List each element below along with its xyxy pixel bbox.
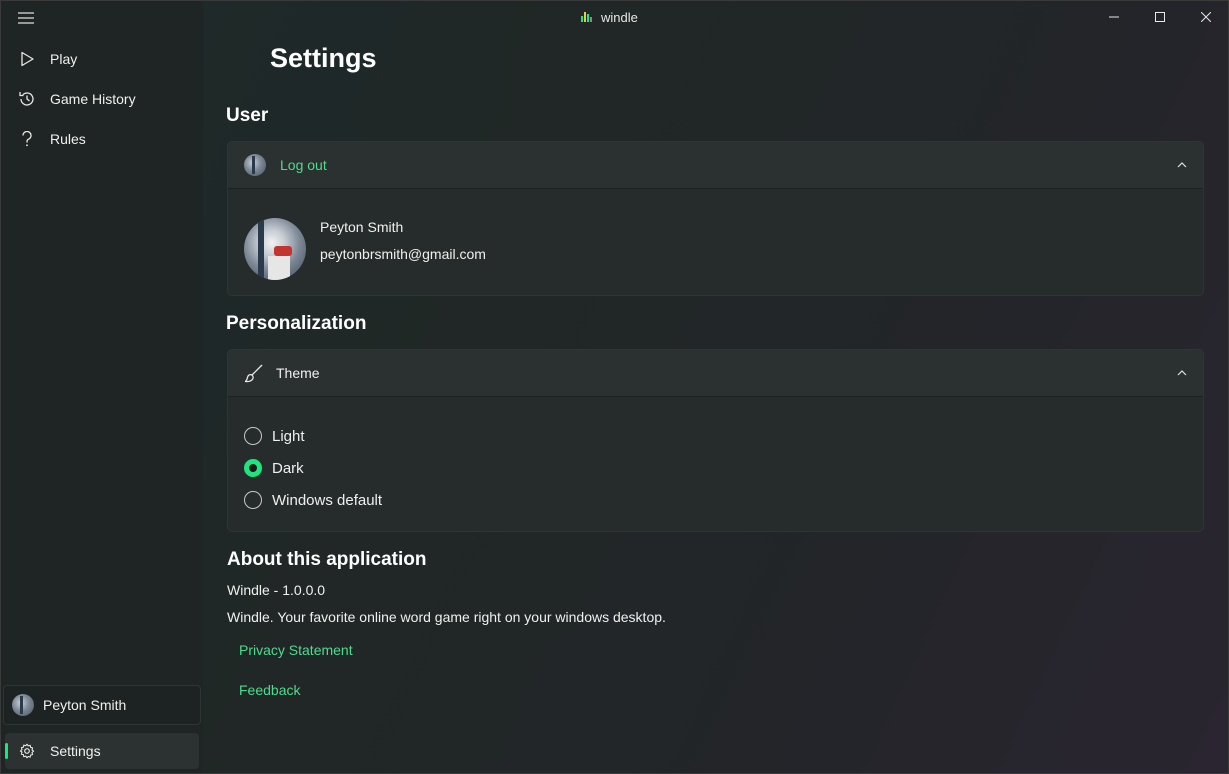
section-title-personalization: Personalization [226, 313, 367, 334]
sidebar-item-label: Game History [50, 91, 136, 107]
user-name: Peyton Smith [320, 219, 404, 235]
gear-icon [17, 741, 37, 761]
history-icon [17, 89, 37, 109]
app-logo-icon [581, 10, 593, 25]
privacy-statement-link[interactable]: Privacy Statement [239, 642, 353, 658]
user-card-header[interactable]: Log out [228, 142, 1203, 189]
minimize-button[interactable] [1091, 1, 1137, 35]
sidebar-item-label: Settings [50, 743, 101, 759]
app-window: Play Game History Rules Peyton Smith Set… [0, 0, 1229, 774]
close-button[interactable] [1183, 1, 1228, 35]
theme-card: Theme Light Dark Windows default [227, 349, 1204, 532]
title-bar[interactable]: windle [1, 1, 1228, 35]
play-icon [17, 49, 37, 69]
avatar [12, 694, 34, 716]
user-email: peytonbrsmith@gmail.com [320, 246, 486, 262]
sidebar-item-label: Rules [50, 131, 86, 147]
section-title-about: About this application [227, 549, 427, 570]
maximize-button[interactable] [1137, 1, 1183, 35]
sidebar-item-label: Play [50, 51, 78, 67]
navigation-pane: Play Game History Rules Peyton Smith Set… [1, 1, 203, 773]
theme-option-light[interactable]: Light [244, 427, 305, 445]
radio-button[interactable] [244, 427, 262, 445]
maximize-icon [1155, 9, 1165, 27]
user-card: Log out Peyton Smith peytonbrsmith@gmail… [227, 141, 1204, 296]
theme-option-windows-default[interactable]: Windows default [244, 491, 382, 509]
theme-label: Theme [276, 365, 320, 381]
sidebar-profile[interactable]: Peyton Smith [3, 685, 201, 725]
sidebar-item-settings[interactable]: Settings [5, 733, 199, 769]
app-description: Windle. Your favorite online word game r… [227, 609, 666, 625]
theme-card-header[interactable]: Theme [228, 350, 1203, 397]
minimize-icon [1109, 9, 1119, 27]
chevron-up-icon[interactable] [1175, 366, 1189, 380]
profile-name: Peyton Smith [43, 697, 127, 713]
radio-button-checked[interactable] [244, 459, 262, 477]
section-title-user: User [226, 105, 269, 126]
radio-button[interactable] [244, 491, 262, 509]
sidebar-item-rules[interactable]: Rules [5, 121, 199, 157]
brush-icon [244, 363, 264, 383]
app-title: windle [581, 10, 638, 25]
question-icon [17, 129, 37, 149]
app-version: Windle - 1.0.0.0 [227, 582, 326, 598]
radio-label: Windows default [272, 491, 383, 509]
chevron-up-icon[interactable] [1175, 158, 1189, 172]
avatar [244, 154, 266, 176]
sidebar-item-game-history[interactable]: Game History [5, 81, 199, 117]
theme-option-dark[interactable]: Dark [244, 459, 304, 477]
app-title-text: windle [601, 10, 638, 25]
radio-label: Dark [272, 459, 304, 477]
logout-link[interactable]: Log out [280, 157, 327, 173]
sidebar-item-play[interactable]: Play [5, 41, 199, 77]
profile-picture [244, 218, 306, 280]
feedback-link[interactable]: Feedback [239, 682, 300, 698]
radio-label: Light [272, 427, 305, 445]
close-icon [1200, 9, 1212, 27]
page-title: Settings [270, 43, 377, 73]
selection-indicator [5, 743, 8, 759]
